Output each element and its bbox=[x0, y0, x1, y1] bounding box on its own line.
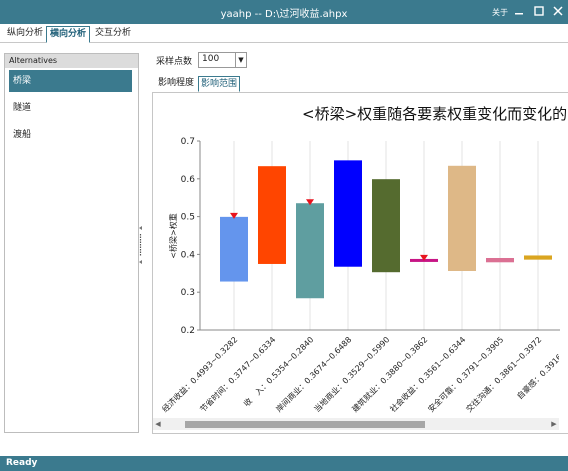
tab-interactive-analysis[interactable]: 交互分析 bbox=[92, 26, 134, 41]
chevron-down-icon[interactable]: ▼ bbox=[235, 53, 246, 67]
alternatives-header: Alternatives bbox=[5, 54, 138, 68]
scroll-left-icon[interactable]: ◀ bbox=[153, 418, 163, 430]
splitter-grip-icon bbox=[139, 226, 142, 264]
maximize-icon-glyph bbox=[534, 6, 544, 16]
about-link[interactable]: 关于 bbox=[492, 7, 508, 18]
tab-horizontal-analysis[interactable]: 横向分析 bbox=[46, 26, 91, 43]
sample-points-label: 采样点数 bbox=[156, 57, 193, 67]
title-bar: yaahp -- D:\过河收益.ahpx 关于 bbox=[0, 0, 568, 24]
horizontal-scrollbar[interactable]: ◀ ▶ bbox=[153, 418, 559, 430]
panel-splitter[interactable] bbox=[139, 226, 143, 266]
close-icon-glyph bbox=[553, 6, 563, 16]
sample-points-value: 100 bbox=[202, 54, 220, 64]
alternatives-panel: Alternatives 桥梁 隧道 渡船 bbox=[4, 53, 139, 433]
tab-influence-range[interactable]: 影响范围 bbox=[198, 76, 241, 92]
minimize-icon[interactable] bbox=[512, 4, 526, 18]
status-bar: Ready bbox=[0, 456, 568, 471]
scroll-right-icon[interactable]: ▶ bbox=[549, 418, 559, 430]
window-title: yaahp -- D:\过河收益.ahpx bbox=[220, 9, 348, 20]
chart-title: <桥梁>权重随各要素权重变化而变化的 bbox=[302, 105, 568, 123]
maximize-icon[interactable] bbox=[532, 4, 546, 18]
minimize-icon-glyph bbox=[515, 13, 523, 15]
close-icon[interactable] bbox=[551, 4, 565, 18]
tab-influence-degree[interactable]: 影响程度 bbox=[156, 76, 196, 90]
alternative-item-tunnel[interactable]: 隧道 bbox=[9, 97, 132, 119]
status-text: Ready bbox=[6, 458, 38, 468]
scrollbar-thumb[interactable] bbox=[185, 421, 425, 428]
chart-container bbox=[152, 92, 568, 434]
alternative-item-bridge[interactable]: 桥梁 bbox=[9, 70, 132, 92]
analysis-tabs: 纵向分析 横向分析 交互分析 bbox=[0, 26, 568, 43]
tab-vertical-analysis[interactable]: 纵向分析 bbox=[4, 26, 46, 41]
alternative-item-ferry[interactable]: 渡船 bbox=[9, 124, 132, 146]
sample-points-select[interactable]: 100 ▼ bbox=[198, 52, 247, 68]
